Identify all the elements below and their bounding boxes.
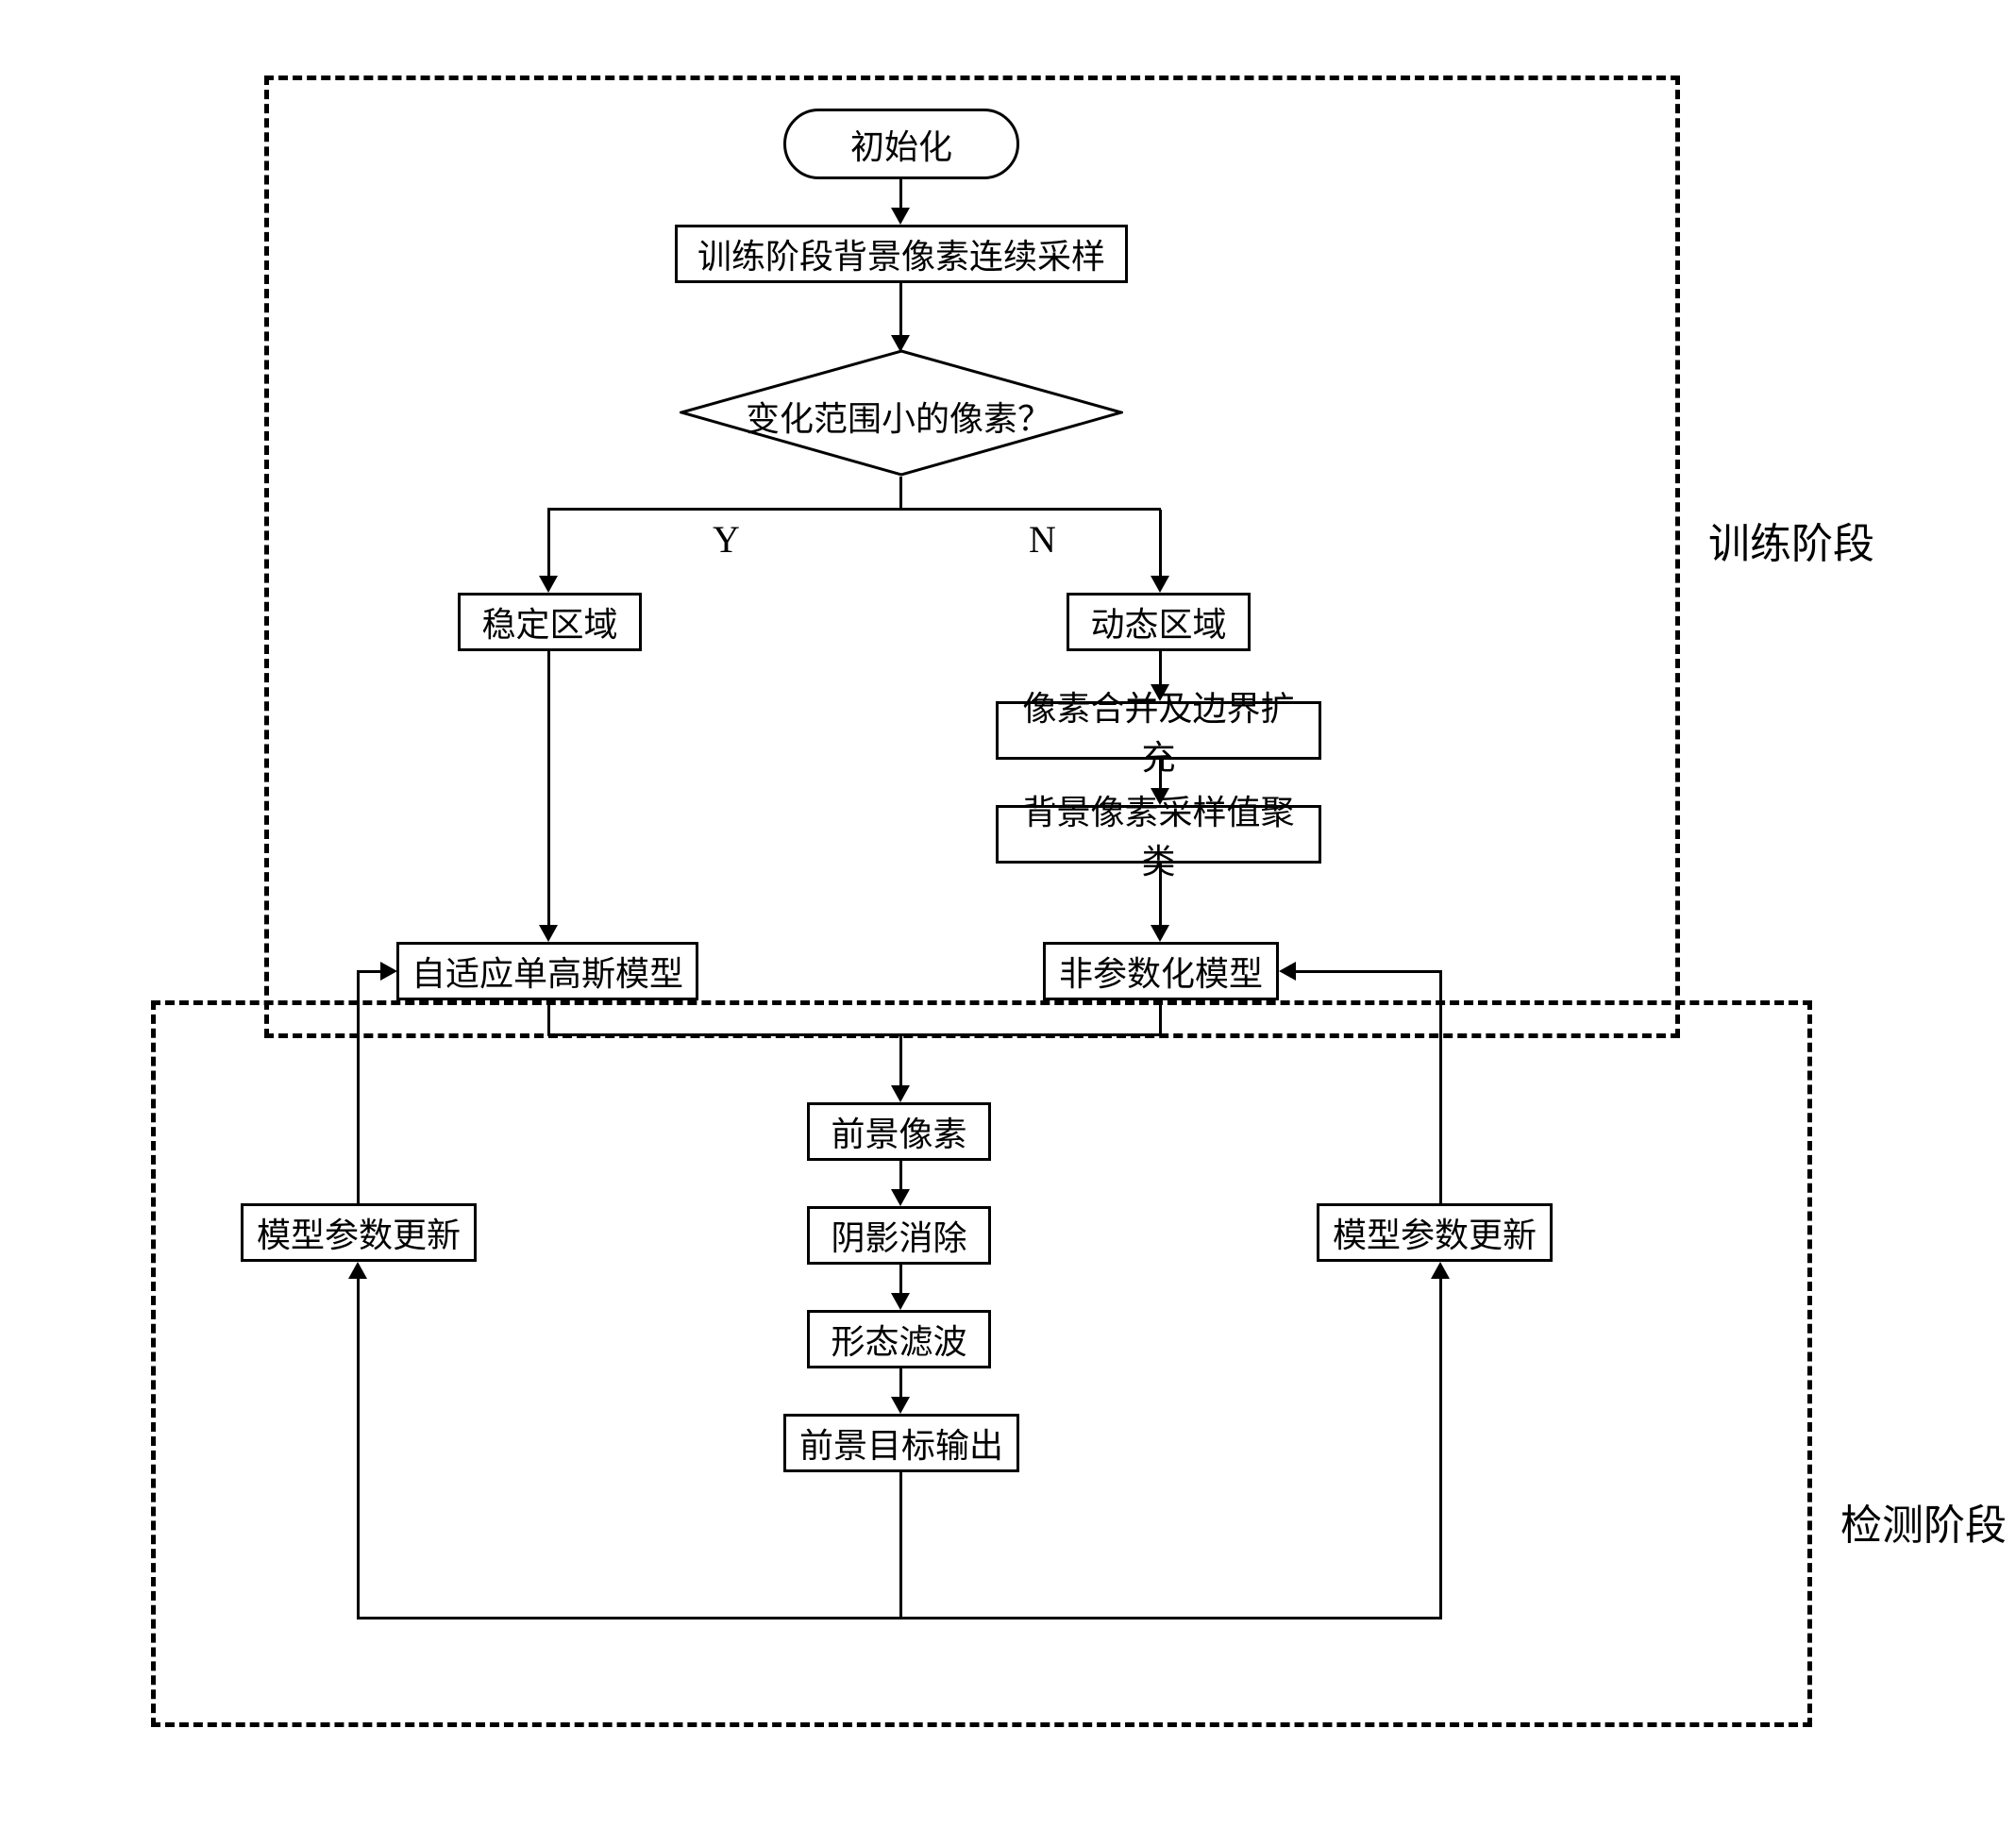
arrow xyxy=(1159,510,1162,580)
arrow xyxy=(1439,1279,1442,1619)
arrow xyxy=(899,1472,902,1619)
arrow-head xyxy=(539,925,558,942)
decision-text: 变化范围小的像素？ xyxy=(746,392,1051,441)
arrow xyxy=(547,510,550,580)
arrow xyxy=(547,1033,1161,1036)
arrow xyxy=(899,1033,902,1090)
foreground-pixel-node: 前景像素 xyxy=(807,1102,991,1161)
nonparametric-node: 非参数化模型 xyxy=(1043,942,1279,1000)
arrow xyxy=(547,1000,550,1033)
y-label: Y xyxy=(713,517,740,562)
init-node: 初始化 xyxy=(783,109,1019,179)
training-phase-box xyxy=(264,76,1680,1038)
dynamic-region-node: 动态区域 xyxy=(1067,593,1251,651)
arrow xyxy=(357,1617,1442,1619)
arrow-head xyxy=(891,1085,910,1102)
arrow xyxy=(357,972,360,1203)
arrow xyxy=(357,1279,360,1619)
arrow-head xyxy=(1151,576,1169,593)
arrow-head xyxy=(1279,962,1296,981)
arrow xyxy=(547,508,1161,511)
param-update-right-node: 模型参数更新 xyxy=(1317,1203,1553,1262)
clustering-node: 背景像素采样值聚类 xyxy=(996,805,1321,864)
adaptive-gaussian-node: 自适应单高斯模型 xyxy=(396,942,698,1000)
arrow xyxy=(1293,970,1442,973)
param-update-left-node: 模型参数更新 xyxy=(241,1203,477,1262)
arrow xyxy=(1439,972,1442,1203)
arrow xyxy=(1159,864,1162,930)
arrow-head xyxy=(891,1293,910,1310)
arrow-head xyxy=(1431,1262,1450,1279)
arrow-head xyxy=(380,962,397,981)
detection-phase-label: 检测阶段 xyxy=(1840,1491,2007,1552)
arrow-head xyxy=(348,1262,367,1279)
stable-region-node: 稳定区域 xyxy=(458,593,642,651)
arrow xyxy=(547,651,550,930)
arrow-head xyxy=(891,1189,910,1206)
arrow-head xyxy=(1151,925,1169,942)
sampling-node: 训练阶段背景像素连续采样 xyxy=(675,225,1128,283)
pixel-merge-node: 像素合并及边界扩充 xyxy=(996,701,1321,760)
n-label: N xyxy=(1029,517,1056,562)
arrow-head xyxy=(891,1397,910,1414)
arrow xyxy=(1159,1000,1162,1036)
arrow xyxy=(899,477,902,510)
shadow-remove-node: 阴影消除 xyxy=(807,1206,991,1265)
arrow xyxy=(899,283,902,340)
arrow-head xyxy=(539,576,558,593)
flowchart-canvas: 训练阶段 检测阶段 初始化 训练阶段背景像素连续采样 变化范围小的像素？ Y N… xyxy=(0,0,2016,1846)
training-phase-label: 训练阶段 xyxy=(1708,510,1874,570)
output-node: 前景目标输出 xyxy=(783,1414,1019,1472)
arrow-head xyxy=(891,208,910,225)
morphological-node: 形态滤波 xyxy=(807,1310,991,1368)
